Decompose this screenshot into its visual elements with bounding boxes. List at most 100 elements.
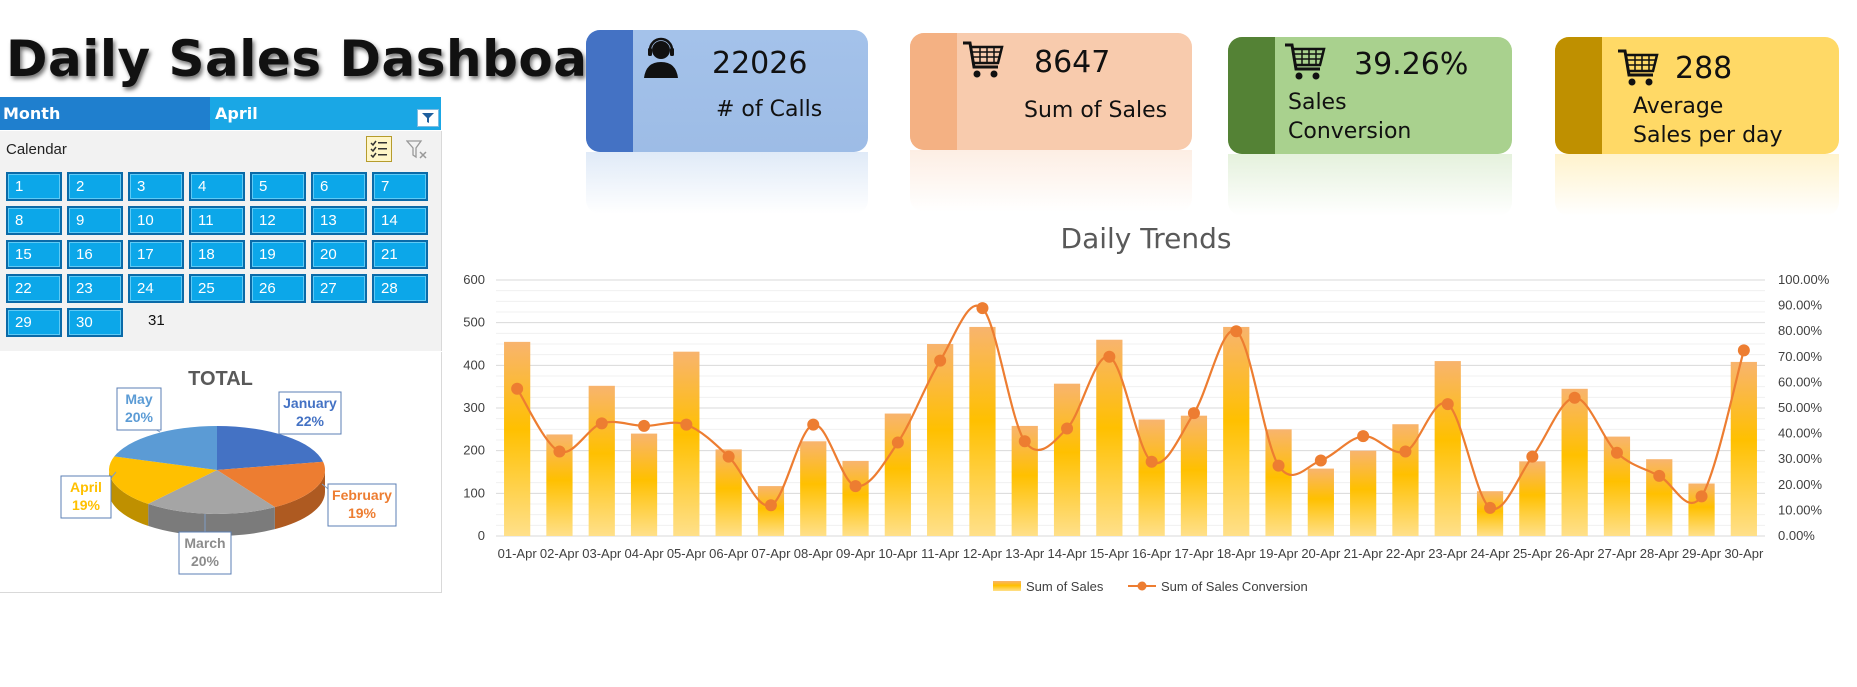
shopping-cart-icon xyxy=(1285,43,1326,80)
calendar-day-button[interactable]: 27 xyxy=(311,274,367,303)
x-tick-label: 05-Apr xyxy=(667,546,707,561)
calendar-day-button[interactable]: 20 xyxy=(311,240,367,269)
sales-bar xyxy=(1519,461,1546,536)
calendar-day-button[interactable]: 19 xyxy=(250,240,306,269)
calendar-day-button[interactable]: 15 xyxy=(6,240,62,269)
multi-select-button[interactable] xyxy=(366,136,392,162)
sales-bar xyxy=(715,449,742,536)
multi-select-icon xyxy=(370,140,387,158)
calendar-day-button[interactable]: 22 xyxy=(6,274,62,303)
calendar-day-button[interactable]: 18 xyxy=(189,240,245,269)
sales-bar xyxy=(842,460,869,536)
y-right-tick-label: 80.00% xyxy=(1778,323,1823,338)
y-right-tick-label: 90.00% xyxy=(1778,298,1823,313)
conversion-point xyxy=(976,302,989,315)
x-tick-label: 27-Apr xyxy=(1597,546,1637,561)
calendar-day-button[interactable]: 21 xyxy=(372,240,428,269)
y-right-tick-label: 10.00% xyxy=(1778,502,1823,517)
calendar-day-button[interactable]: 11 xyxy=(189,206,245,235)
sales-bar xyxy=(1688,483,1715,536)
x-tick-label: 07-Apr xyxy=(751,546,791,561)
kpi-conversion-value: 39.26% xyxy=(1354,47,1469,82)
calendar-day-button[interactable]: 1 xyxy=(6,172,62,201)
conversion-point xyxy=(1441,398,1454,411)
conversion-point xyxy=(1061,422,1074,435)
x-tick-label: 01-Apr xyxy=(498,546,538,561)
conversion-point xyxy=(595,417,608,430)
calendar-day-button[interactable]: 4 xyxy=(189,172,245,201)
calendar-day-button[interactable]: 17 xyxy=(128,240,184,269)
conversion-point xyxy=(553,445,566,458)
kpi-calls-label: # of Calls xyxy=(716,97,823,122)
sales-bar xyxy=(1561,388,1588,536)
sales-bar xyxy=(1350,450,1377,536)
x-tick-label: 18-Apr xyxy=(1217,546,1257,561)
kpi-conversion-label-line2: Conversion xyxy=(1288,119,1412,144)
sales-bar xyxy=(1053,383,1081,536)
calendar-day-button[interactable]: 10 xyxy=(128,206,184,235)
y-right-tick-label: 50.00% xyxy=(1778,400,1823,415)
kpi-accent-bar xyxy=(910,33,957,150)
sales-bar xyxy=(1434,361,1461,536)
calendar-day-button[interactable]: 2 xyxy=(67,172,123,201)
kpi-reflection xyxy=(910,150,1192,212)
calendar-day-button[interactable]: 28 xyxy=(372,274,428,303)
month-slicer[interactable]: Month April xyxy=(0,97,441,130)
calendar-day-button[interactable]: 8 xyxy=(6,206,62,235)
calendar-day-button[interactable]: 29 xyxy=(6,308,62,337)
month-slicer-value[interactable]: April xyxy=(210,97,441,130)
calendar-day-button[interactable]: 9 xyxy=(67,206,123,235)
x-tick-label: 13-Apr xyxy=(1005,546,1045,561)
calendar-days: 1 2 3 4 5 6 7 8 9 10 11 12 13 14 15 16 17 18 19 20 21 22 23 24 2… xyxy=(6,172,428,337)
total-pie-panel: TOTAL January 22% February 19% March 20% April… xyxy=(0,352,442,593)
x-tick-label: 21-Apr xyxy=(1344,546,1384,561)
x-tick-label: 11-Apr xyxy=(921,546,960,561)
x-tick-label: 19-Apr xyxy=(1259,546,1299,561)
calendar-day-button[interactable]: 26 xyxy=(250,274,306,303)
kpi-sales-label: Sum of Sales xyxy=(1024,98,1168,123)
conversion-point xyxy=(1187,407,1200,420)
calendar-day-button[interactable]: 13 xyxy=(311,206,367,235)
sales-bar xyxy=(1603,436,1631,536)
clear-filter-button[interactable] xyxy=(405,139,429,161)
calendar-day-button[interactable]: 7 xyxy=(372,172,428,201)
calendar-day-button[interactable]: 16 xyxy=(67,240,123,269)
headset-person-icon xyxy=(644,37,678,78)
filter-dropdown-button[interactable] xyxy=(417,109,439,127)
x-tick-label: 02-Apr xyxy=(540,546,580,561)
calendar-day-button[interactable]: 23 xyxy=(67,274,123,303)
conversion-point xyxy=(1484,501,1497,514)
kpi-reflection xyxy=(1555,154,1839,216)
kpi-average-value: 288 xyxy=(1675,51,1733,86)
sales-bar xyxy=(800,441,827,536)
pie-chart: January 22% February 19% March 20% April 19% May… xyxy=(60,387,397,575)
kpi-sales-value: 8647 xyxy=(1034,45,1111,80)
calendar-day-button[interactable]: 12 xyxy=(250,206,306,235)
x-tick-label: 08-Apr xyxy=(794,546,834,561)
kpi-accent-bar xyxy=(1228,37,1275,154)
y-right-tick-label: 40.00% xyxy=(1778,426,1823,441)
calendar-day-button[interactable]: 14 xyxy=(372,206,428,235)
legend-line-marker xyxy=(1137,581,1147,591)
calendar-day-button[interactable]: 31 xyxy=(128,308,184,337)
sales-bar xyxy=(1180,415,1208,536)
x-tick-label: 12-Apr xyxy=(963,546,1003,561)
conversion-point xyxy=(638,419,651,432)
y-left-tick-label: 600 xyxy=(463,272,485,287)
calendar-day-button[interactable]: 6 xyxy=(311,172,367,201)
conversion-point xyxy=(1653,469,1666,482)
y-right-tick-label: 70.00% xyxy=(1778,349,1823,364)
calendar-day-button[interactable]: 30 xyxy=(67,308,123,337)
calendar-day-button[interactable]: 5 xyxy=(250,172,306,201)
calendar-day-button[interactable]: 24 xyxy=(128,274,184,303)
dashboard-title: Daily Sales Dashboard xyxy=(6,30,649,88)
month-slicer-selected: April xyxy=(215,104,258,123)
calendar-day-button[interactable]: 25 xyxy=(189,274,245,303)
chart-title: Daily Trends xyxy=(1060,222,1232,255)
calendar-day-button[interactable]: 3 xyxy=(128,172,184,201)
sales-bar xyxy=(1646,459,1673,536)
sales-bar xyxy=(1223,326,1250,536)
conversion-point xyxy=(1357,430,1370,443)
filter-icon xyxy=(422,113,434,123)
sales-bar xyxy=(969,326,996,536)
